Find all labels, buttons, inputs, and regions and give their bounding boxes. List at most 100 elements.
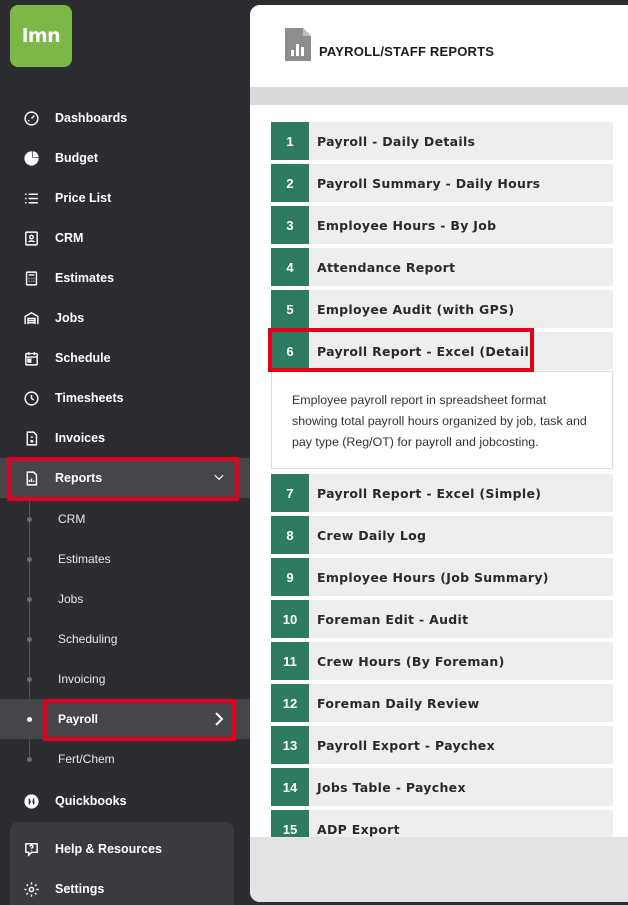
report-name: Payroll Report - Excel (Detail) bbox=[317, 343, 536, 359]
logo-text: lmn bbox=[21, 25, 61, 47]
submenu-item-label: Estimates bbox=[58, 552, 111, 566]
report-name: Attendance Report bbox=[317, 259, 456, 275]
report-number: 6 bbox=[271, 332, 309, 370]
report-row[interactable]: 4 Attendance Report bbox=[271, 248, 613, 286]
submenu-item-label: CRM bbox=[58, 512, 86, 526]
sidebar-item-label: Reports bbox=[55, 471, 103, 485]
report-row[interactable]: 11 Crew Hours (By Foreman) bbox=[271, 642, 613, 680]
submenu-item-crm[interactable]: CRM bbox=[0, 499, 250, 539]
report-row[interactable]: 8 Crew Daily Log bbox=[271, 516, 613, 554]
invoice-icon bbox=[22, 429, 40, 447]
submenu-dot bbox=[27, 556, 32, 562]
report-name: Jobs Table - Paychex bbox=[317, 779, 466, 795]
sidebar-item-label: Schedule bbox=[55, 351, 111, 365]
sidebar-item-label: Estimates bbox=[55, 271, 115, 285]
submenu-item-jobs[interactable]: Jobs bbox=[0, 579, 250, 619]
sidebar-item-crm[interactable]: CRM bbox=[0, 218, 250, 258]
sidebar-item-label: CRM bbox=[55, 231, 84, 245]
report-row[interactable]: 13 Payroll Export - Paychex bbox=[271, 726, 613, 764]
sidebar-item-jobs[interactable]: Jobs bbox=[0, 298, 250, 338]
page-title: PAYROLL/STAFF REPORTS bbox=[319, 44, 495, 59]
contact-card-icon bbox=[22, 229, 40, 247]
report-row[interactable]: 12 Foreman Daily Review bbox=[271, 684, 613, 722]
report-list: 1 Payroll - Daily Details 2 Payroll Summar… bbox=[250, 105, 628, 848]
main-panel: PAYROLL/STAFF REPORTS 1 Payroll - Daily D… bbox=[250, 5, 628, 902]
lmn-logo[interactable]: lmn bbox=[10, 5, 72, 67]
report-row[interactable]: 7 Payroll Report - Excel (Simple) bbox=[271, 474, 613, 512]
sidebar-item-budget[interactable]: Budget bbox=[0, 138, 250, 178]
report-row-expanded[interactable]: 6 Payroll Report - Excel (Detail) bbox=[271, 332, 613, 370]
submenu-item-scheduling[interactable]: Scheduling bbox=[0, 619, 250, 659]
report-name: Payroll Summary - Daily Hours bbox=[317, 175, 541, 191]
sidebar-item-label: Budget bbox=[55, 151, 99, 165]
submenu-dot bbox=[27, 636, 32, 642]
calculator-icon bbox=[22, 269, 40, 287]
quickbooks-icon bbox=[22, 792, 40, 810]
gauge-icon bbox=[22, 109, 40, 127]
report-number: 8 bbox=[271, 516, 309, 554]
report-name: Payroll - Daily Details bbox=[317, 133, 476, 149]
submenu-dot bbox=[27, 756, 32, 762]
sidebar-item-label: Quickbooks bbox=[55, 794, 127, 808]
submenu-dot bbox=[27, 516, 32, 522]
report-name: Crew Daily Log bbox=[317, 527, 427, 543]
report-number: 11 bbox=[271, 642, 309, 680]
sidebar-item-label: Settings bbox=[55, 882, 105, 896]
sidebar-item-invoices[interactable]: Invoices bbox=[0, 418, 250, 458]
report-icon bbox=[22, 469, 40, 487]
report-row[interactable]: 3 Employee Hours - By Job bbox=[271, 206, 613, 244]
sidebar-item-label: Dashboards bbox=[55, 111, 128, 125]
sidebar-item-schedule[interactable]: Schedule bbox=[0, 338, 250, 378]
page-footer bbox=[250, 837, 628, 902]
report-number: 9 bbox=[271, 558, 309, 596]
sidebar-item-label: Help & Resources bbox=[55, 842, 162, 856]
garage-icon bbox=[22, 309, 40, 327]
report-number: 1 bbox=[271, 122, 309, 160]
submenu-item-label: Scheduling bbox=[58, 632, 118, 646]
submenu-item-payroll[interactable]: Payroll bbox=[0, 699, 250, 739]
submenu-item-fert-chem[interactable]: Fert/Chem bbox=[0, 739, 250, 779]
report-name: Payroll Report - Excel (Simple) bbox=[317, 485, 542, 501]
submenu-item-invoicing[interactable]: Invoicing bbox=[0, 659, 250, 699]
report-number: 7 bbox=[271, 474, 309, 512]
sidebar-item-dashboards[interactable]: Dashboards bbox=[0, 98, 250, 138]
report-number: 3 bbox=[271, 206, 309, 244]
submenu-item-label: Jobs bbox=[58, 592, 84, 606]
sidebar-item-settings[interactable]: Settings bbox=[0, 869, 250, 905]
report-number: 12 bbox=[271, 684, 309, 722]
sidebar-item-price-list[interactable]: Price List bbox=[0, 178, 250, 218]
report-name: Payroll Export - Paychex bbox=[317, 737, 495, 753]
submenu-item-label: Invoicing bbox=[58, 672, 106, 686]
report-document-icon bbox=[285, 28, 311, 61]
calendar-icon bbox=[22, 349, 40, 367]
header-divider bbox=[250, 87, 628, 105]
report-name: Employee Hours (Job Summary) bbox=[317, 569, 549, 585]
submenu-dot bbox=[27, 596, 32, 602]
report-name: Crew Hours (By Foreman) bbox=[317, 653, 505, 669]
sidebar: lmn Dashboards Budget Price List CRM Est… bbox=[0, 0, 250, 905]
gear-icon bbox=[22, 880, 40, 898]
sidebar-item-help[interactable]: Help & Resources bbox=[0, 829, 250, 869]
report-description: Employee payroll report in spreadsheet f… bbox=[271, 371, 613, 469]
report-row[interactable]: 2 Payroll Summary - Daily Hours bbox=[271, 164, 613, 202]
report-number: 14 bbox=[271, 768, 309, 806]
report-row[interactable]: 5 Employee Audit (with GPS) bbox=[271, 290, 613, 328]
sidebar-item-estimates[interactable]: Estimates bbox=[0, 258, 250, 298]
chevron-down-icon[interactable] bbox=[212, 470, 226, 484]
sidebar-item-timesheets[interactable]: Timesheets bbox=[0, 378, 250, 418]
sidebar-item-quickbooks[interactable]: Quickbooks bbox=[0, 781, 250, 821]
report-row[interactable]: 14 Jobs Table - Paychex bbox=[271, 768, 613, 806]
sidebar-item-label: Invoices bbox=[55, 431, 106, 445]
report-row[interactable]: 10 Foreman Edit - Audit bbox=[271, 600, 613, 638]
help-icon bbox=[22, 840, 40, 858]
sidebar-item-label: Timesheets bbox=[55, 391, 124, 405]
sidebar-item-label: Price List bbox=[55, 191, 112, 205]
report-row[interactable]: 1 Payroll - Daily Details bbox=[271, 122, 613, 160]
sidebar-item-reports[interactable]: Reports bbox=[0, 458, 250, 498]
report-name: Foreman Daily Review bbox=[317, 695, 480, 711]
submenu-dot bbox=[27, 676, 32, 682]
report-number: 13 bbox=[271, 726, 309, 764]
report-row[interactable]: 9 Employee Hours (Job Summary) bbox=[271, 558, 613, 596]
report-number: 2 bbox=[271, 164, 309, 202]
submenu-item-estimates[interactable]: Estimates bbox=[0, 539, 250, 579]
